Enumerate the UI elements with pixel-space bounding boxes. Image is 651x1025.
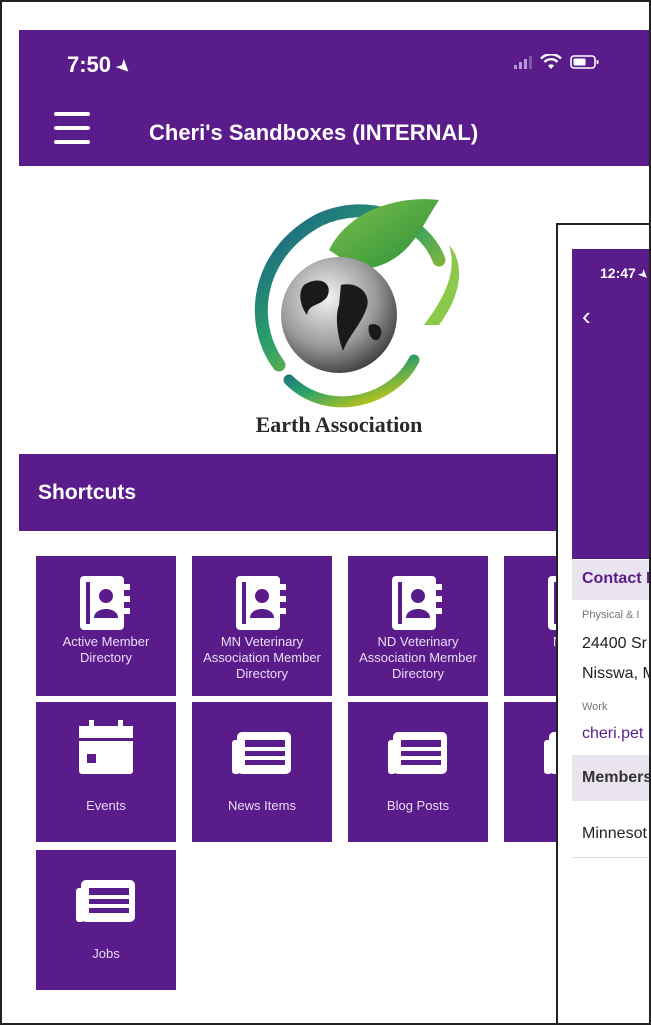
detail-time-text: 12:47 (600, 265, 636, 281)
battery-icon (570, 55, 599, 69)
shortcuts-title: Shortcuts (38, 481, 137, 504)
menu-icon[interactable] (54, 112, 90, 144)
tile-mn-veterinary-directory[interactable]: MN Veterinary Association Member Directo… (192, 556, 332, 696)
tile-blog-posts[interactable]: Blog Posts (348, 702, 488, 842)
tile-active-member-directory[interactable]: Active Member Directory (36, 556, 176, 696)
contact-section-header: Contact I (572, 560, 651, 600)
newspaper-icon (388, 732, 447, 774)
screenshot-frame: 7:50➤ Cheri's Sandboxes (INTERNAL) Earth… (0, 0, 651, 1025)
app-title: Cheri's Sandboxes (INTERNAL) (149, 120, 479, 145)
member-detail-screenshot: 12:47➤ ‹ Contact I Physical & I 24400 Sr… (556, 223, 651, 1023)
wifi-icon (540, 54, 562, 69)
back-arrow-icon[interactable]: ‹ (582, 301, 591, 332)
status-bar-indicators (514, 52, 600, 72)
location-arrow-icon: ➤ (112, 56, 135, 79)
detail-status-time: 12:47➤ (600, 265, 651, 283)
tile-label: Active Member Directory (62, 634, 150, 665)
status-time-text: 7:50 (67, 52, 112, 77)
tile-label: News Items (228, 798, 296, 813)
address-line-2: Nisswa, M (582, 665, 651, 682)
earth-association-logo (254, 199, 459, 408)
detail-header: 12:47➤ ‹ (572, 249, 651, 559)
tile-label: Events (86, 798, 126, 813)
directory-icon (80, 576, 130, 630)
divider (572, 857, 649, 858)
physical-address-label: Physical & I (582, 609, 640, 621)
tile-label: Blog Posts (386, 798, 450, 813)
status-bar-time: 7:50➤ (67, 52, 134, 78)
membership-value: Minnesot (582, 825, 647, 842)
location-arrow-icon: ➤ (635, 267, 651, 283)
membership-section-title: Members (582, 769, 651, 786)
address-line-1: 24400 Sr (582, 635, 647, 652)
tile-label: Jobs (92, 946, 120, 961)
calendar-icon (79, 720, 133, 774)
newspaper-icon (232, 732, 291, 774)
tile-jobs[interactable]: Jobs (36, 850, 176, 990)
signal-icon (514, 55, 532, 69)
app-header: 7:50➤ Cheri's Sandboxes (INTERNAL) (19, 30, 649, 166)
work-email-label: Work (582, 701, 608, 713)
tile-events[interactable]: Events (36, 702, 176, 842)
tile-nd-veterinary-directory[interactable]: ND Veterinary Association Member Directo… (348, 556, 488, 696)
directory-icon (236, 576, 286, 630)
membership-section-header: Members (572, 755, 651, 801)
tile-label: ND Veterinary Association Member Directo… (359, 634, 477, 681)
newspaper-icon (76, 880, 135, 922)
logo-caption: Earth Association (255, 412, 423, 437)
directory-icon (392, 576, 442, 630)
tile-news-items[interactable]: News Items (192, 702, 332, 842)
tile-label: MN Veterinary Association Member Directo… (203, 634, 321, 681)
contact-section-title: Contact I (582, 570, 651, 587)
work-email-link[interactable]: cheri.pet (582, 725, 643, 743)
